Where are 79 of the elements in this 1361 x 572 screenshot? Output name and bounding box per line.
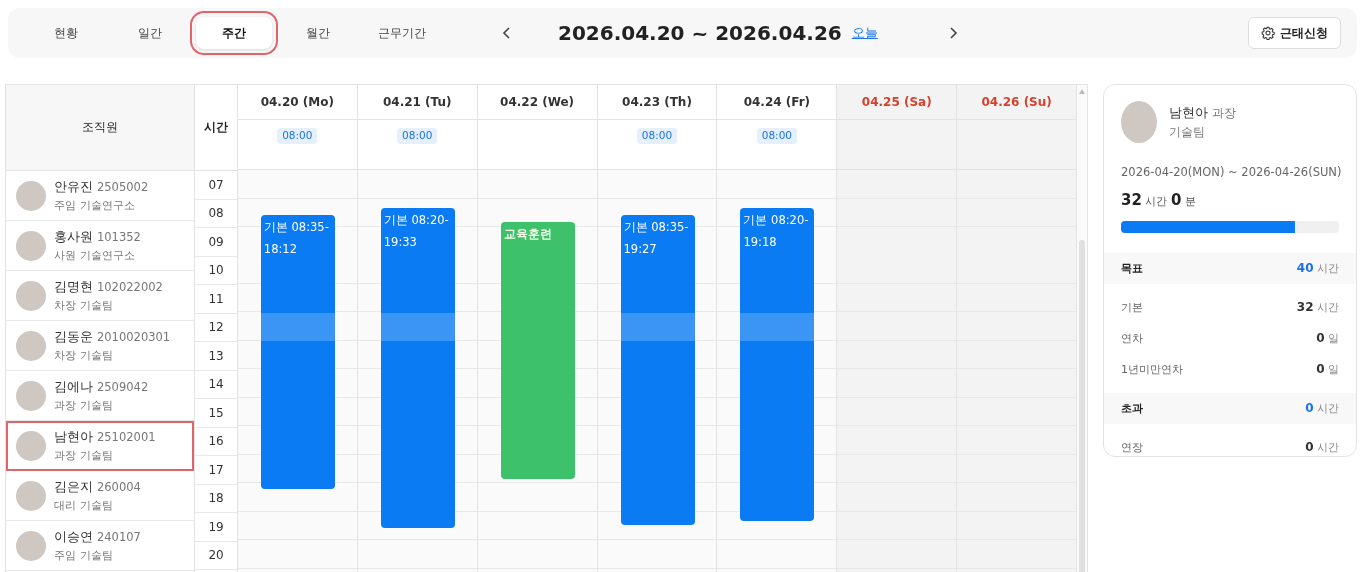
avatar-placeholder	[16, 480, 46, 511]
view-tab[interactable]: 일간	[112, 17, 188, 49]
hour-label: 15	[195, 399, 237, 428]
view-tab[interactable]: 월간	[280, 17, 356, 49]
avatar-placeholder	[16, 380, 46, 411]
column-header: 시간	[195, 85, 237, 171]
member-position: 과장 기술팀	[54, 447, 114, 463]
hour-label: 11	[195, 285, 237, 314]
member-name: 김에나 2509042	[54, 378, 149, 396]
member-name: 남현아 25102001	[54, 428, 156, 446]
employee-name: 남현아 과장	[1169, 103, 1237, 122]
row-value: 0 시간	[1305, 440, 1339, 455]
avatar-placeholder	[16, 430, 46, 461]
avatar-placeholder	[16, 180, 46, 211]
avatar-placeholder	[16, 530, 46, 561]
hour-label: 14	[195, 370, 237, 399]
row-label: 기본	[1121, 300, 1143, 315]
row-label: 초과	[1121, 401, 1143, 416]
work-block[interactable]: 기본 08:35-19:27	[620, 215, 695, 525]
row-label: 1년미만연차	[1121, 362, 1183, 377]
day-header: 04.25 (Sa)	[837, 85, 957, 120]
hour-label: 18	[195, 484, 237, 513]
row-label: 연장	[1121, 440, 1143, 455]
member-position: 과장 기술팀	[54, 397, 114, 413]
total-time: 32 시간 0 분	[1120, 191, 1197, 209]
work-block[interactable]: 기본 08:20-19:18	[740, 208, 815, 521]
row-label: 연차	[1121, 331, 1143, 346]
row-value: 0 일	[1316, 362, 1339, 377]
member-name: 안유진 2505002	[54, 178, 149, 196]
hour-label: 07	[195, 171, 237, 200]
member-row[interactable]: 남현아 25102001 과장 기술팀	[6, 421, 195, 471]
avatar-placeholder	[16, 280, 46, 311]
period-label: 2026-04-20(MON) ~ 2026-04-26(SUN)	[1120, 165, 1343, 179]
avatar-placeholder	[16, 230, 46, 261]
date-range: 2026.04.20 ~ 2026.04.26	[558, 21, 842, 45]
avatar-placeholder	[1121, 101, 1157, 143]
work-block[interactable]: 기본 08:20-19:33	[380, 208, 455, 528]
scrollbar[interactable]	[1077, 85, 1087, 572]
day-header: 04.26 (Su)	[957, 85, 1077, 120]
view-tab[interactable]: 근무기간	[364, 17, 440, 49]
member-position: 차장 기술팀	[54, 297, 114, 313]
member-position: 주임 기술연구소	[54, 197, 136, 213]
hour-label: 10	[195, 256, 237, 285]
member-name: 홍사원 101352	[54, 228, 141, 246]
default-time-badge: 08:00	[277, 128, 318, 144]
row-value: 32 시간	[1296, 300, 1339, 315]
row-value: 0 시간	[1305, 401, 1339, 416]
member-position: 사원 기술연구소	[54, 247, 136, 263]
member-name: 김은지 260004	[54, 478, 141, 496]
column-header: 조직원	[6, 85, 195, 171]
member-name: 김동운 2010020301	[54, 328, 171, 346]
hour-label: 16	[195, 427, 237, 456]
today-link[interactable]: 오늘	[851, 24, 878, 42]
row-value: 40 시간	[1296, 261, 1339, 276]
default-time-badge: 08:00	[636, 128, 678, 144]
view-tab[interactable]: 현황	[28, 17, 104, 49]
row-label: 목표	[1121, 261, 1143, 276]
member-position: 대리 기술팀	[54, 497, 114, 513]
default-time-badge: 08:00	[756, 128, 797, 144]
hour-label: 12	[195, 313, 237, 342]
work-block[interactable]: 기본 08:35-18:12	[260, 215, 335, 490]
hour-label: 17	[195, 456, 237, 485]
hour-label: 13	[195, 342, 237, 371]
scrollbar-thumb[interactable]	[1079, 240, 1085, 572]
scroll-up-icon[interactable]	[1079, 89, 1086, 94]
hour-label: 08	[195, 199, 237, 228]
member-position: 주임 기술팀	[54, 547, 114, 563]
member-name: 김명현 102022002	[54, 278, 163, 296]
member-name: 이승연 240107	[54, 528, 141, 546]
row-value: 0 일	[1316, 331, 1339, 346]
default-time-badge: 08:00	[397, 128, 438, 144]
hour-label: 20	[195, 541, 237, 570]
hour-label: 19	[195, 513, 237, 542]
avatar-placeholder	[16, 330, 46, 361]
hour-label: 09	[195, 228, 237, 257]
department-label: 기술팀	[1169, 123, 1206, 141]
settings-icon	[1261, 26, 1275, 40]
member-position: 차장 기술팀	[54, 347, 114, 363]
attendance-request-button[interactable]: 근태신청	[1248, 17, 1341, 49]
